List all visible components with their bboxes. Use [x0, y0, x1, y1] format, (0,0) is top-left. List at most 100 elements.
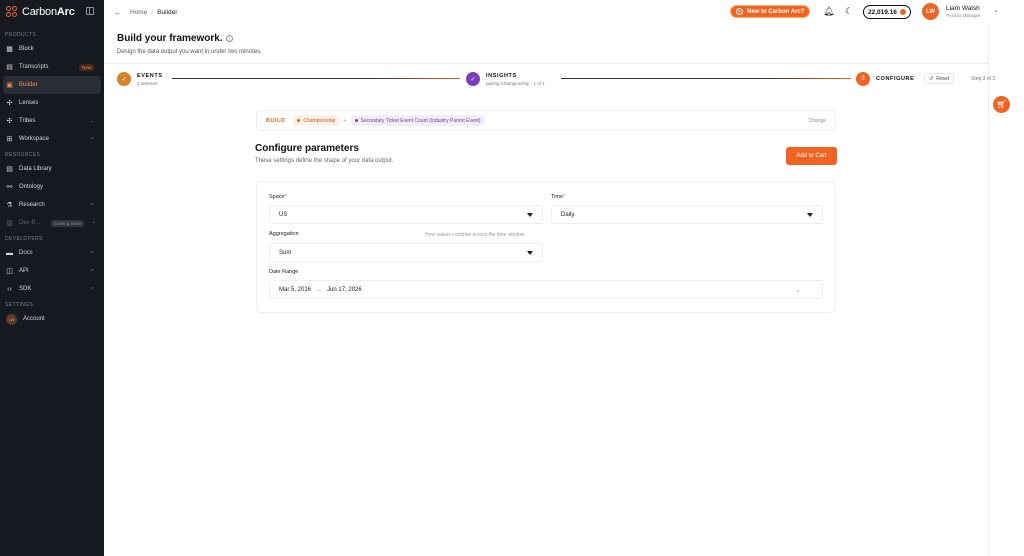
sidebar-item-ontology[interactable]: ⚯ Ontology: [0, 178, 104, 196]
sidebar-item-label: Ontology: [19, 184, 44, 190]
aggregation-value: Sum: [279, 249, 292, 256]
breadcrumb-current: Builder: [157, 8, 178, 16]
time-select[interactable]: Daily: [551, 205, 823, 224]
external-link-icon: ↗: [89, 250, 94, 256]
dev-icon: ▥: [6, 219, 13, 227]
sidebar-item-label: Builder: [19, 82, 38, 88]
chevron-down-icon: ⌄: [89, 118, 94, 124]
sidebar-collapse-icon[interactable]: [86, 7, 94, 15]
sidebar-item-label: Block: [19, 46, 34, 52]
aggregation-label: Aggregation: [269, 231, 299, 237]
page-title-text: Build your framework.: [117, 33, 223, 44]
sidebar-item-account[interactable]: LW Account: [0, 310, 104, 328]
carbon-arc-logo-icon: [6, 6, 18, 18]
code-icon: ‹›: [7, 285, 12, 293]
user-avatar[interactable]: LW: [922, 3, 939, 20]
step-events-check-icon[interactable]: ✓: [117, 72, 131, 86]
breadcrumb-home[interactable]: Home: [130, 9, 147, 16]
step-counter: Step 3 of 3: [971, 76, 996, 82]
sidebar-item-research[interactable]: ⚗ Research ↗: [0, 196, 104, 214]
insight-chip: Secondary Ticket Event Count (Industry P…: [350, 115, 485, 126]
sidebar-item-label: Account: [23, 316, 45, 322]
configure-subtitle: These settings define the shape of your …: [255, 158, 394, 164]
sidebar-item-api[interactable]: ◫ API ↗: [0, 262, 104, 280]
sidebar-item-label: Data Library: [19, 166, 52, 172]
change-link[interactable]: Change: [808, 118, 826, 124]
user-role: Product Manager: [946, 13, 981, 18]
external-link-icon: ↗: [89, 286, 94, 292]
step-connector: [561, 78, 851, 80]
time-label-text: Time: [551, 194, 564, 200]
sidebar: CarbonArc PRODUCTS ▦ Block ▤ Transcripts Ne…: [0, 0, 104, 556]
build-label: BUILD: [266, 117, 286, 124]
moon-icon[interactable]: ☾: [845, 7, 853, 16]
lock-icon: ▪: [93, 220, 95, 226]
reset-label: Reset: [936, 75, 950, 82]
back-arrow-icon[interactable]: ←: [114, 8, 122, 17]
reset-icon: ↺: [929, 75, 934, 82]
credits-balance[interactable]: 22,019.16: [863, 5, 911, 19]
divider: [104, 63, 988, 64]
page-subtitle: Design the data output you want in under…: [117, 49, 262, 55]
add-to-cart-button[interactable]: Add to Cart: [786, 147, 837, 165]
new-to-carbon-arc-button[interactable]: ? New to Carbon Arc?: [730, 5, 811, 18]
step-insights-check-icon[interactable]: ✓: [466, 72, 480, 86]
credits-value: 22,019.16: [868, 8, 897, 16]
top-header: ← Home / Builder ? New to Carbon Arc? 🔔︎ …: [104, 0, 1024, 24]
external-link-icon: ↗: [89, 202, 94, 208]
step-connector: [172, 78, 460, 80]
date-range-picker[interactable]: Mar 5, 2016 → Jun 17, 2026 ⌄: [269, 280, 823, 299]
sidebar-item-label: Docs: [19, 250, 33, 256]
research-icon: ⚗: [6, 201, 13, 209]
block-icon: ▦: [6, 45, 13, 53]
account-avatar: LW: [6, 313, 17, 325]
step-configure-number[interactable]: 3: [856, 72, 870, 86]
reset-button[interactable]: ↺ Reset: [924, 73, 955, 84]
aggregation-select[interactable]: Sum: [269, 243, 543, 262]
build-summary-bar: BUILD Championship + Secondary Ticket Ev…: [256, 110, 836, 131]
bell-icon[interactable]: 🔔︎: [823, 7, 834, 16]
time-label: Time*: [551, 194, 565, 200]
sidebar-item-block[interactable]: ▦ Block: [0, 40, 104, 58]
section-settings: SETTINGS: [5, 302, 34, 308]
sidebar-item-sdk[interactable]: ‹› SDK ↗: [0, 280, 104, 298]
event-chip: Championship: [293, 115, 340, 126]
step-insights-title: INSIGHTS: [486, 73, 517, 79]
data-library-icon: ▤: [6, 165, 13, 173]
chevron-down-icon: ⌄: [795, 287, 801, 294]
chevron-down-icon[interactable]: ⌄: [993, 6, 999, 14]
date-end: Jun 17, 2026: [327, 286, 362, 293]
dot-icon: [297, 119, 301, 122]
transcripts-icon: ▤: [6, 63, 13, 71]
sidebar-item-transcripts[interactable]: ▤ Transcripts New: [0, 58, 104, 76]
question-icon: ?: [736, 8, 743, 15]
space-value: US: [279, 211, 288, 218]
coming-soon-badge: Coming Soon: [50, 219, 84, 227]
sidebar-item-lenses[interactable]: ✢ Lenses: [0, 94, 104, 112]
space-label: Space*: [269, 194, 287, 200]
coin-icon: [899, 9, 906, 15]
sidebar-item-label: Transcripts: [19, 64, 49, 70]
sidebar-item-docs[interactable]: ▬ Docs ↗: [0, 244, 104, 262]
sidebar-item-label: Research: [19, 202, 45, 208]
space-label-text: Space: [269, 194, 285, 200]
section-products: PRODUCTS: [5, 32, 37, 38]
info-icon[interactable]: i: [225, 35, 233, 42]
right-rail-divider: [988, 24, 989, 556]
lenses-icon: ✢: [6, 99, 13, 107]
caret-down-icon: [527, 213, 533, 217]
date-start: Mar 5, 2016: [279, 286, 312, 293]
space-select[interactable]: US: [269, 205, 543, 224]
docs-icon: ▬: [6, 249, 13, 257]
cart-icon[interactable]: 🛒︎: [993, 96, 1010, 113]
sidebar-item-tribes[interactable]: ✣ Tribes ⌄: [0, 112, 104, 130]
sidebar-item-workspace[interactable]: ⊞ Workspace ↗: [0, 130, 104, 148]
sidebar-item-builder[interactable]: ▣ Builder: [3, 76, 101, 94]
sidebar-item-data-library[interactable]: ▤ Data Library: [0, 160, 104, 178]
section-resources: RESOURCES: [5, 152, 41, 158]
parameters-form: Space* US Time* Daily Aggregation How va…: [256, 181, 836, 313]
sidebar-item-label: Lenses: [19, 100, 39, 106]
page-title: Build your framework. i: [117, 33, 233, 44]
external-link-icon: ↗: [89, 268, 94, 274]
builder-icon: ▣: [6, 81, 13, 89]
